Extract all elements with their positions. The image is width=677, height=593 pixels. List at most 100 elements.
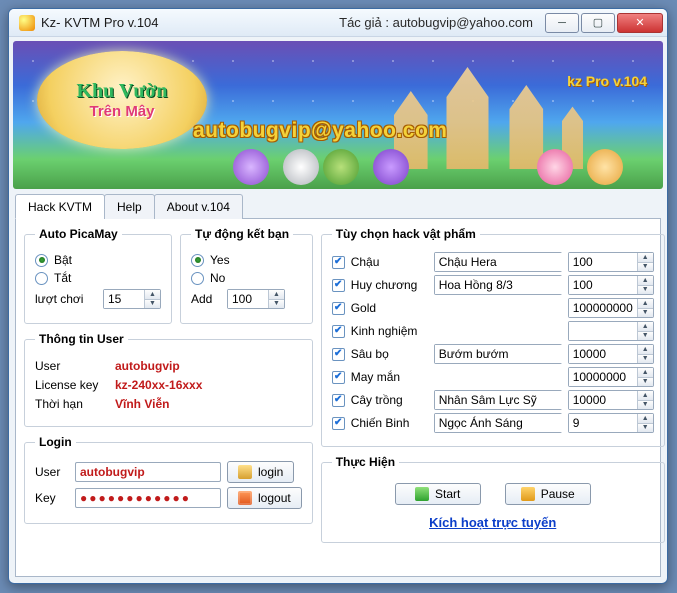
pause-button[interactable]: Pause: [505, 483, 591, 505]
radio-friend-no[interactable]: [191, 272, 204, 285]
spin-input[interactable]: [569, 276, 637, 294]
hack-item-row: Chiến Binh▲▼▲▼: [332, 413, 654, 433]
titlebar: Kz- KVTM Pro v.104 Tác giả : autobugvip@…: [9, 9, 667, 37]
radio-picamay-off[interactable]: [35, 272, 48, 285]
spin-input[interactable]: [569, 391, 637, 409]
hack-item-row: Sâu bọ▲▼▲▼: [332, 344, 654, 364]
chevron-down-icon[interactable]: ▼: [638, 401, 653, 410]
input-login-user[interactable]: [75, 462, 221, 482]
start-button[interactable]: Start: [395, 483, 481, 505]
login-button[interactable]: login: [227, 461, 294, 483]
logout-button[interactable]: logout: [227, 487, 302, 509]
chevron-up-icon[interactable]: ▲: [638, 414, 653, 424]
chevron-down-icon[interactable]: ▼: [638, 286, 653, 295]
chevron-up-icon[interactable]: ▲: [638, 299, 653, 309]
label-user: User: [35, 359, 115, 373]
hack-item-row: Huy chương▲▼▲▼: [332, 275, 654, 295]
group-hack-items: Tùy chọn hack vật phẩm Chậu▲▼▲▼Huy chươn…: [321, 227, 665, 447]
banner: Khu Vườn Trên Mây autobugvip@yahoo.com k…: [13, 41, 663, 189]
tab-about[interactable]: About v.104: [154, 194, 243, 219]
spin-plays[interactable]: ▲▼: [103, 289, 161, 309]
game-logo: Khu Vườn Trên Mây: [37, 51, 207, 149]
spin-input[interactable]: [569, 299, 637, 317]
radio-friend-yes[interactable]: [191, 254, 204, 267]
label-hack-item: Huy chương: [351, 278, 418, 292]
chevron-down-icon[interactable]: ▼: [638, 263, 653, 272]
banner-email: autobugvip@yahoo.com: [193, 119, 447, 143]
chevron-down-icon[interactable]: ▼: [638, 332, 653, 341]
sprite-icon: [323, 149, 359, 185]
activate-online-link[interactable]: Kích hoạt trực tuyến: [332, 515, 654, 530]
chevron-down-icon[interactable]: ▼: [638, 309, 653, 318]
combo-Sâu bọ[interactable]: ▲▼: [434, 344, 562, 364]
key-icon: [238, 465, 252, 479]
hack-item-row: Cây trồng▲▼▲▼: [332, 390, 654, 410]
value-user: autobugvip: [115, 359, 180, 373]
value-license: kz-240xx-16xxx: [115, 378, 202, 392]
chevron-up-icon[interactable]: ▲: [638, 253, 653, 263]
group-auto-picamay: Auto PicaMay Bật Tắt lượt chơi ▲▼: [24, 227, 172, 324]
chevron-up-icon[interactable]: ▲: [638, 391, 653, 401]
banner-version: kz Pro v.104: [567, 73, 647, 89]
spin-Gold[interactable]: ▲▼: [568, 298, 654, 318]
spin-input[interactable]: [569, 368, 637, 386]
spin-input[interactable]: [569, 345, 637, 363]
legend-user-info: Thông tin User: [35, 332, 128, 346]
combo-Chiến Binh[interactable]: ▲▼: [434, 413, 562, 433]
input-login-key[interactable]: [75, 488, 221, 508]
tab-hack-kvtm[interactable]: Hack KVTM: [15, 194, 105, 219]
spin-input[interactable]: [569, 322, 637, 340]
checkbox-May mắn[interactable]: [332, 371, 345, 384]
label-friend-yes: Yes: [210, 253, 230, 267]
tab-help[interactable]: Help: [104, 194, 155, 219]
group-user-info: Thông tin User Userautobugvip License ke…: [24, 332, 313, 427]
chevron-up-icon[interactable]: ▲: [638, 368, 653, 378]
spin-add[interactable]: ▲▼: [227, 289, 285, 309]
spin-input[interactable]: [569, 414, 637, 432]
spin-Kinh nghiệm[interactable]: ▲▼: [568, 321, 654, 341]
sprite-icon: [283, 149, 319, 185]
input-add[interactable]: [228, 290, 268, 308]
checkbox-Cây trồng[interactable]: [332, 394, 345, 407]
minimize-button[interactable]: ─: [545, 13, 579, 33]
checkbox-Huy chương[interactable]: [332, 279, 345, 292]
hack-item-row: May mắn▲▼: [332, 367, 654, 387]
input-plays[interactable]: [104, 290, 144, 308]
tab-strip: Hack KVTM Help About v.104: [15, 193, 661, 219]
chevron-down-icon[interactable]: ▼: [638, 424, 653, 433]
sprite-icon: [233, 149, 269, 185]
label-add: Add: [191, 292, 221, 306]
label-login-key: Key: [35, 491, 69, 505]
checkbox-Sâu bọ[interactable]: [332, 348, 345, 361]
close-button[interactable]: ✕: [617, 13, 663, 33]
checkbox-Gold[interactable]: [332, 302, 345, 315]
sprite-icon: [373, 149, 409, 185]
combo-Chậu[interactable]: ▲▼: [434, 252, 562, 272]
checkbox-Chiến Binh[interactable]: [332, 417, 345, 430]
chevron-up-icon[interactable]: ▲: [145, 290, 160, 300]
chevron-up-icon[interactable]: ▲: [638, 322, 653, 332]
chevron-down-icon[interactable]: ▼: [638, 355, 653, 364]
chevron-up-icon[interactable]: ▲: [638, 345, 653, 355]
chevron-down-icon[interactable]: ▼: [638, 378, 653, 387]
combo-Huy chương[interactable]: ▲▼: [434, 275, 562, 295]
radio-picamay-on[interactable]: [35, 254, 48, 267]
spin-Chiến Binh[interactable]: ▲▼: [568, 413, 654, 433]
chevron-down-icon[interactable]: ▼: [145, 300, 160, 309]
spin-Sâu bọ[interactable]: ▲▼: [568, 344, 654, 364]
app-icon: [19, 15, 35, 31]
maximize-button[interactable]: ▢: [581, 13, 615, 33]
sprite-icon: [587, 149, 623, 185]
label-plays: lượt chơi: [35, 292, 97, 306]
checkbox-Kinh nghiệm[interactable]: [332, 325, 345, 338]
spin-Huy chương[interactable]: ▲▼: [568, 275, 654, 295]
spin-Cây trồng[interactable]: ▲▼: [568, 390, 654, 410]
chevron-up-icon[interactable]: ▲: [638, 276, 653, 286]
chevron-up-icon[interactable]: ▲: [269, 290, 284, 300]
spin-input[interactable]: [569, 253, 637, 271]
spin-May mắn[interactable]: ▲▼: [568, 367, 654, 387]
combo-Cây trồng[interactable]: ▲▼: [434, 390, 562, 410]
spin-Chậu[interactable]: ▲▼: [568, 252, 654, 272]
chevron-down-icon[interactable]: ▼: [269, 300, 284, 309]
checkbox-Chậu[interactable]: [332, 256, 345, 269]
